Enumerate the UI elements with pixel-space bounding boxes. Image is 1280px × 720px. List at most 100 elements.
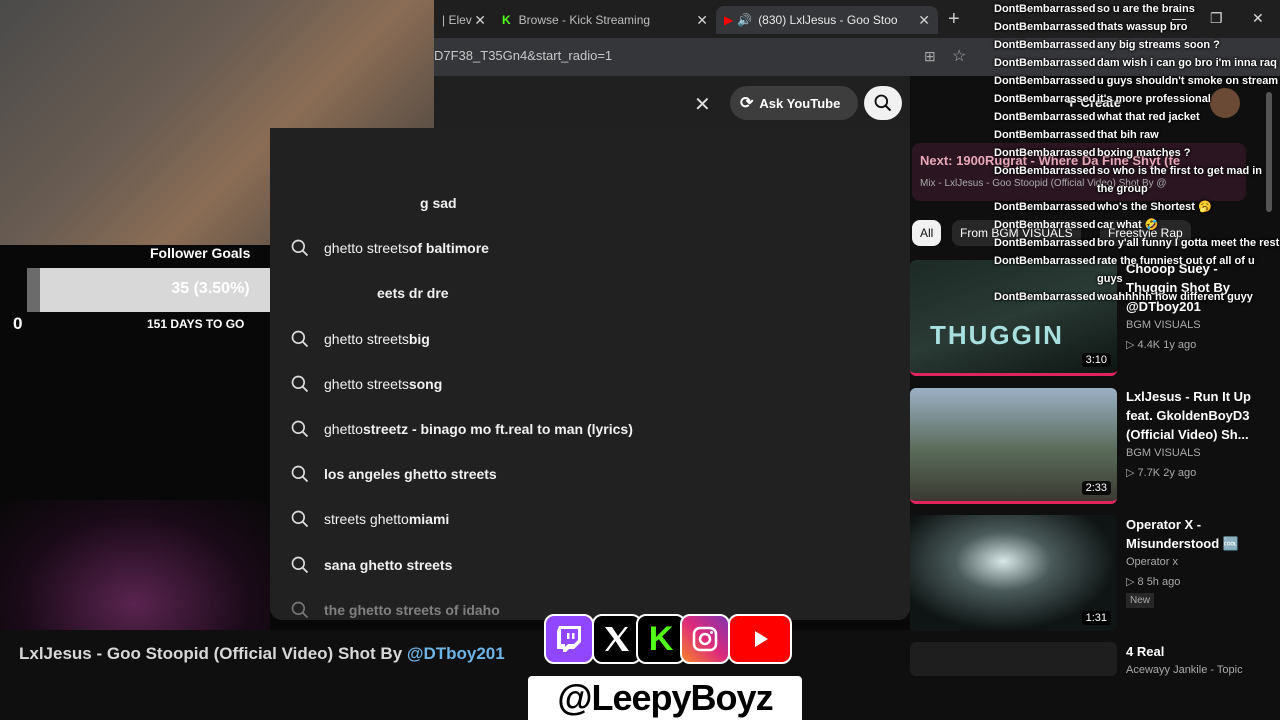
- chat-text: woahhhhh how different guyy: [1097, 291, 1253, 303]
- search-icon: [291, 511, 309, 528]
- video-channel[interactable]: Acewayy Jankile - Topic: [1126, 664, 1243, 676]
- suggestion-prefix: ghetto streets: [324, 240, 409, 257]
- search-icon: [291, 420, 309, 438]
- video-meta: ▷ 7.7K 2y ago: [1126, 467, 1197, 479]
- new-tab-button[interactable]: +: [948, 8, 960, 31]
- chat-username: DontBembarrassed: [994, 201, 1096, 213]
- chat-username: DontBembarrassed: [994, 237, 1096, 249]
- new-badge: New: [1126, 593, 1155, 608]
- ask-youtube-label: Ask YouTube: [759, 95, 841, 111]
- video-title[interactable]: 4 Real: [1126, 642, 1266, 661]
- tab-close-icon[interactable]: ✕: [918, 12, 930, 29]
- search-button[interactable]: [864, 86, 902, 120]
- chat-message: DontBembarrassed who's the Shortest 🥱: [994, 198, 1280, 216]
- chat-username: DontBembarrassed: [994, 57, 1096, 69]
- tab-label: (830) LxlJesus - Goo Stoopid (: [758, 13, 898, 27]
- search-icon: [291, 330, 309, 347]
- video-channel[interactable]: Operator x: [1126, 556, 1178, 568]
- ask-youtube-button[interactable]: ⟳ Ask YouTube: [730, 86, 858, 120]
- suggestion-completion: g sad: [420, 195, 457, 211]
- maximize-icon[interactable]: ❐: [1210, 10, 1223, 27]
- search-suggestion[interactable]: ghetto streets song: [290, 364, 442, 404]
- chat-message: DontBembarrassed bro y'all funny I gotta …: [994, 234, 1280, 252]
- minimize-icon[interactable]: —: [1172, 10, 1186, 26]
- search-icon: [291, 375, 309, 392]
- video-channel[interactable]: BGM VISUALS: [1126, 447, 1201, 459]
- youtube-favicon-icon: ▶: [724, 13, 734, 27]
- search-suggestion[interactable]: ghetto streetz - binago mo ft.real to ma…: [290, 409, 633, 449]
- chat-text: boxing matches ?: [1097, 147, 1191, 159]
- video-duration: 3:10: [1081, 353, 1111, 367]
- chat-text: that bih raw: [1097, 129, 1159, 141]
- chat-overlay: DontBembarrassed so u are the brains DontB…: [994, 0, 1280, 306]
- video-duration: 1:31: [1081, 611, 1111, 625]
- follower-goals-title: Follower Goals: [150, 245, 251, 261]
- search-suggestion[interactable]: g sad: [420, 183, 457, 223]
- chat-message: DontBembarrassed thats wassup bro: [994, 18, 1280, 36]
- chat-username: DontBembarrassed: [994, 219, 1096, 231]
- clear-search-button[interactable]: ✕: [694, 92, 711, 117]
- chat-message: DontBembarrassed rate the funniest out of…: [994, 252, 1280, 288]
- tab-kick[interactable]: K Browse - Kick Streaming ✕: [494, 6, 716, 34]
- search-suggestion[interactable]: los angeles ghetto streets: [290, 454, 497, 494]
- search-icon: [291, 239, 309, 257]
- video-duration: 2:33: [1081, 481, 1111, 495]
- bookmark-star-icon[interactable]: ☆: [952, 46, 966, 66]
- chat-username: DontBembarrassed: [994, 165, 1096, 177]
- chat-username: DontBembarrassed: [994, 291, 1096, 303]
- search-suggestion[interactable]: sana ghetto streets: [290, 545, 452, 585]
- tab-elev[interactable]: | Elev ✕: [434, 6, 494, 34]
- chat-username: DontBembarrassed: [994, 21, 1096, 33]
- search-suggestions-dropdown: g sad ghetto streets of baltimore eets dr …: [270, 128, 910, 620]
- chip-all[interactable]: All: [912, 220, 942, 246]
- suggestion-completion: los angeles ghetto streets: [324, 466, 497, 483]
- suggestion-completion: big: [408, 330, 430, 347]
- suggestion-prefix: ghetto streets: [324, 330, 409, 347]
- chat-username: DontBembarrassed: [994, 111, 1096, 123]
- thumbnail-text: THUGGIN: [930, 320, 1064, 350]
- search-suggestion[interactable]: ghetto streets of baltimore: [290, 228, 489, 268]
- suggestion-prefix: ghetto streets: [324, 375, 409, 392]
- goal-days-remaining: 151 DAYS TO GO: [147, 317, 245, 331]
- search-suggestion[interactable]: streets ghetto miami: [290, 499, 449, 539]
- chat-message: DontBembarrassed what that red jacket: [994, 108, 1280, 126]
- chat-username: DontBembarrassed: [994, 3, 1096, 15]
- video-thumbnail[interactable]: [910, 642, 1117, 676]
- video-thumbnail[interactable]: 1:31: [910, 515, 1117, 631]
- youtube-icon: [728, 614, 792, 664]
- suggestion-completion: the ghetto streets of idaho: [324, 601, 500, 618]
- video-title[interactable]: LxlJesus - Run It Up feat. GkoldenBoyD3 …: [1126, 387, 1266, 444]
- tab-youtube[interactable]: ▶ 🔊 (830) LxlJesus - Goo Stoopid ( ✕: [716, 6, 938, 34]
- search-suggestion[interactable]: the ghetto streets of idaho: [290, 590, 500, 630]
- chat-username: DontBembarrassed: [994, 129, 1096, 141]
- video-channel[interactable]: BGM VISUALS: [1126, 319, 1201, 331]
- speaker-icon[interactable]: 🔊: [737, 13, 752, 27]
- chat-text: who's the Shortest 🥱: [1097, 201, 1212, 213]
- video-title-bar: LxlJesus - Goo Stoopid (Official Video) …: [19, 644, 505, 664]
- suggestion-completion: miami: [408, 511, 450, 528]
- chat-text: any big streams soon ?: [1097, 39, 1220, 51]
- install-app-icon[interactable]: ⊞: [924, 48, 936, 65]
- chat-username: DontBembarrassed: [994, 255, 1096, 267]
- suggestion-completion: eets dr dre: [377, 285, 449, 302]
- close-window-icon[interactable]: ✕: [1252, 10, 1264, 27]
- chat-text: so who is the first to get mad in the gr…: [1097, 165, 1263, 195]
- suggestion-completion: sana ghetto streets: [324, 556, 453, 573]
- chat-message: DontBembarrassed any big streams soon ?: [994, 36, 1280, 54]
- search-suggestion[interactable]: ghetto streets big: [290, 319, 430, 359]
- video-thumbnail[interactable]: 2:33: [910, 388, 1117, 504]
- tab-close-icon[interactable]: ✕: [474, 12, 486, 29]
- chat-message: DontBembarrassed so who is the first to g…: [994, 162, 1280, 198]
- search-suggestion[interactable]: eets dr dre: [377, 273, 449, 313]
- chat-message: DontBembarrassed that bih raw: [994, 126, 1280, 144]
- chat-text: u guys shouldn't smoke on stream: [1097, 75, 1279, 87]
- suggestion-prefix: streets ghetto: [324, 511, 409, 528]
- suggestion-completion: song: [408, 375, 443, 392]
- tab-close-icon[interactable]: ✕: [696, 12, 708, 29]
- chat-message: DontBembarrassed car what 🤣: [994, 216, 1280, 234]
- chat-text: dam wish i can go bro i'm inna raq: [1097, 57, 1277, 69]
- url-text[interactable]: D7F38_T35Gn4&start_radio=1: [434, 48, 612, 63]
- channel-mention-link[interactable]: @DTboy201: [407, 644, 505, 663]
- video-title-text: LxlJesus - Goo Stoopid (Official Video) …: [19, 644, 407, 663]
- video-title[interactable]: Operator X - Misunderstood 🆒: [1126, 515, 1266, 553]
